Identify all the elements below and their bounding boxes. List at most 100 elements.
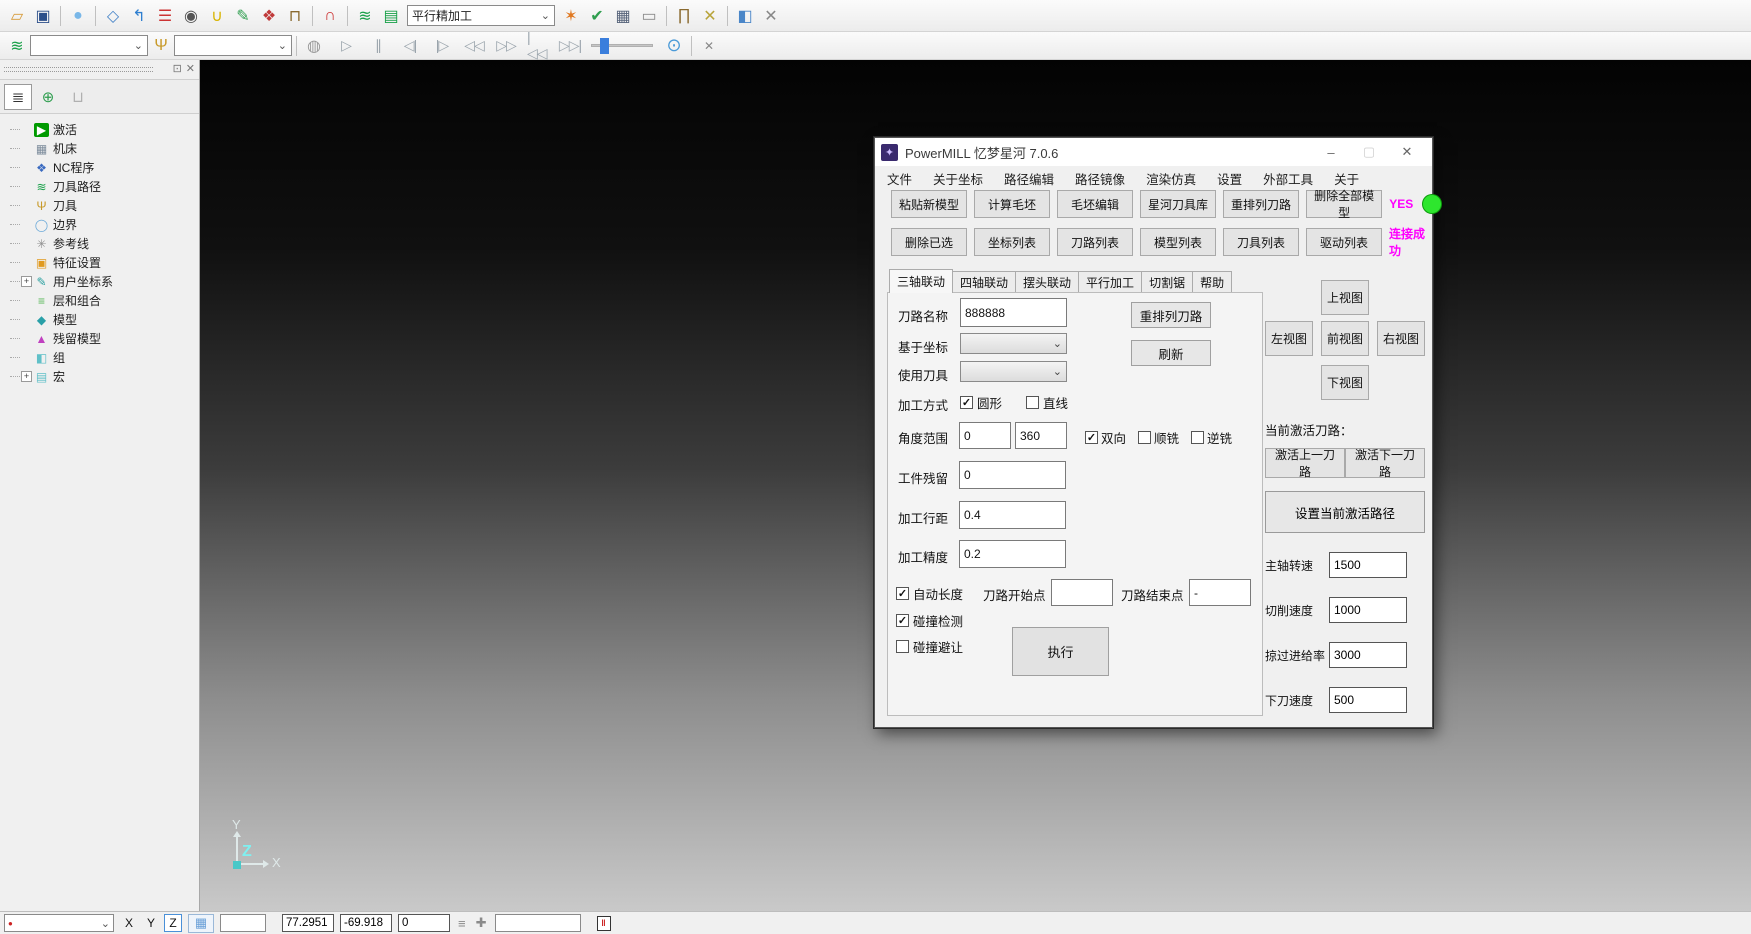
tree-item[interactable]: ▶ 激活 bbox=[6, 120, 199, 139]
checkbox-option[interactable]: 直线 bbox=[1026, 393, 1068, 412]
activate-prev-toolpath-button[interactable]: 激活上一刀路 bbox=[1265, 448, 1345, 478]
view-bottom-button[interactable]: 下视图 bbox=[1321, 365, 1369, 400]
tree-item[interactable]: ◧ 组 bbox=[6, 348, 199, 367]
checkbox-option[interactable]: 双向 bbox=[1085, 428, 1126, 447]
drill-icon[interactable]: ∩ bbox=[318, 4, 342, 28]
tool-ball-icon[interactable]: ◉ bbox=[179, 4, 203, 28]
explorer-tree-tab[interactable]: ≣ bbox=[4, 84, 32, 110]
explorer-trash-tab[interactable]: ⊔ bbox=[64, 84, 92, 110]
checkbox[interactable] bbox=[1085, 431, 1098, 444]
open-file-icon[interactable]: ▱ bbox=[5, 4, 29, 28]
grid-size-input[interactable] bbox=[220, 914, 266, 932]
expand-icon[interactable] bbox=[21, 352, 32, 363]
menu-item[interactable]: 路径编辑 bbox=[1004, 169, 1054, 188]
expand-icon[interactable] bbox=[21, 143, 32, 154]
menu-item[interactable]: 路径镜像 bbox=[1075, 169, 1125, 188]
cursor-x-input[interactable] bbox=[282, 914, 334, 932]
menu-item[interactable]: 文件 bbox=[887, 169, 912, 188]
explorer-globe-tab[interactable]: ⊕ bbox=[34, 84, 62, 110]
tree-item[interactable]: ◯ 边界 bbox=[6, 215, 199, 234]
dialog-button[interactable]: 星河刀具库 bbox=[1140, 190, 1216, 218]
collision-avoid-checkbox[interactable] bbox=[896, 640, 909, 653]
view-top-button[interactable]: 上视图 bbox=[1321, 280, 1369, 315]
dialog-button[interactable]: 删除全部模型 bbox=[1306, 190, 1382, 218]
sim-toolbar-close-icon[interactable]: ✕ bbox=[697, 34, 721, 58]
expand-icon[interactable] bbox=[21, 162, 32, 173]
points-icon[interactable]: ❖ bbox=[257, 4, 281, 28]
strategy-dropdown[interactable]: 平行精加工 ⌄ bbox=[407, 5, 555, 26]
checkbox[interactable] bbox=[1138, 431, 1151, 444]
tree-item[interactable]: ✳ 参考线 bbox=[6, 234, 199, 253]
tool-check-icon[interactable]: ✔ bbox=[585, 4, 609, 28]
stepover-input[interactable] bbox=[959, 501, 1066, 529]
expand-icon[interactable] bbox=[21, 295, 32, 306]
sim-tool-dropdown[interactable]: ⌄ bbox=[174, 35, 292, 56]
expand-icon[interactable] bbox=[21, 124, 32, 135]
compare-cubes-icon[interactable]: ◧ bbox=[733, 4, 757, 28]
explorer-dock-strip[interactable]: ⊡ ✕ bbox=[0, 60, 199, 80]
transform-icon[interactable]: ✕ bbox=[698, 4, 722, 28]
tree-item[interactable]: ≋ 刀具路径 bbox=[6, 177, 199, 196]
calculator-icon[interactable]: ▦ bbox=[611, 4, 635, 28]
expand-icon[interactable] bbox=[21, 200, 32, 211]
dialog-titlebar[interactable]: ✦ PowerMILL 忆梦星河 7.0.6 – ▢ ✕ bbox=[875, 138, 1432, 166]
view-front-button[interactable]: 前视图 bbox=[1321, 321, 1369, 356]
clock-icon[interactable]: ⊙ bbox=[662, 34, 686, 58]
leads-icon[interactable]: ∪ bbox=[205, 4, 229, 28]
go-start-icon[interactable]: |◁◁ bbox=[526, 34, 550, 58]
tree-item[interactable]: ▦ 机床 bbox=[6, 139, 199, 158]
dialog-button[interactable]: 驱动列表 bbox=[1306, 228, 1382, 256]
page-pause-icon[interactable]: ‖ bbox=[597, 916, 611, 931]
grid-snap-button[interactable]: ▦ bbox=[188, 914, 214, 933]
feed-rate-icon[interactable]: ☰ bbox=[153, 4, 177, 28]
collision-avoid-option[interactable]: 碰撞避让 bbox=[896, 637, 963, 656]
dialog-tab[interactable]: 平行加工 bbox=[1078, 271, 1142, 293]
collision-check-checkbox[interactable] bbox=[896, 614, 909, 627]
angle-from-input[interactable] bbox=[959, 422, 1011, 449]
tool-flash-icon[interactable]: ✶ bbox=[559, 4, 583, 28]
end-point-input[interactable] bbox=[1189, 579, 1251, 606]
speed-input[interactable] bbox=[1329, 597, 1407, 623]
speed-input[interactable] bbox=[1329, 687, 1407, 713]
execute-button[interactable]: 执行 bbox=[1012, 627, 1109, 676]
based-coord-dropdown[interactable]: ⌄ bbox=[960, 333, 1067, 354]
rapid-move-icon[interactable]: ↰ bbox=[127, 4, 151, 28]
use-tool-dropdown[interactable]: ⌄ bbox=[960, 361, 1067, 382]
dialog-tab[interactable]: 切割锯 bbox=[1141, 271, 1193, 293]
float-panel-icon[interactable]: ⊡ bbox=[173, 62, 182, 75]
view-left-button[interactable]: 左视图 bbox=[1265, 321, 1313, 356]
statusbar-dropdown[interactable]: ● ⌄ bbox=[4, 914, 114, 932]
expand-icon[interactable] bbox=[21, 219, 32, 230]
stock-allowance-input[interactable] bbox=[959, 461, 1066, 489]
strategy-list-icon[interactable]: ▤ bbox=[379, 4, 403, 28]
expand-icon[interactable] bbox=[21, 333, 32, 344]
checkbox-option[interactable]: 顺铣 bbox=[1138, 428, 1179, 447]
checkbox-option[interactable]: 逆铣 bbox=[1191, 428, 1232, 447]
save-icon[interactable]: ▣ bbox=[31, 4, 55, 28]
maximize-button[interactable]: ▢ bbox=[1350, 140, 1388, 164]
menu-item[interactable]: 设置 bbox=[1217, 169, 1242, 188]
expand-icon[interactable]: + bbox=[21, 371, 32, 382]
tree-item[interactable]: ▲ 残留模型 bbox=[6, 329, 199, 348]
dialog-button[interactable]: 坐标列表 bbox=[974, 228, 1050, 256]
workplane-edit-icon[interactable]: ✎ bbox=[231, 4, 255, 28]
play-icon[interactable]: ▷ bbox=[334, 34, 358, 58]
checkbox[interactable] bbox=[1191, 431, 1204, 444]
tree-item[interactable]: ▣ 特征设置 bbox=[6, 253, 199, 272]
go-end-icon[interactable]: ▷▷| bbox=[558, 34, 582, 58]
checkbox-option[interactable]: 圆形 bbox=[960, 393, 1002, 412]
menu-item[interactable]: 关于坐标 bbox=[933, 169, 983, 188]
speed-input[interactable] bbox=[1329, 642, 1407, 668]
minimize-button[interactable]: – bbox=[1312, 140, 1350, 164]
search-back-icon[interactable]: ◁◁ bbox=[462, 34, 486, 58]
set-active-path-button[interactable]: 设置当前激活路径 bbox=[1265, 491, 1425, 533]
sep[interactable] bbox=[57, 4, 64, 28]
checkbox[interactable] bbox=[960, 396, 973, 409]
cursor-z-input[interactable] bbox=[398, 914, 450, 932]
tool-pair-icon[interactable]: ∏ bbox=[672, 4, 696, 28]
dialog-button[interactable]: 重排列刀路 bbox=[1223, 190, 1299, 218]
slider-handle[interactable] bbox=[600, 38, 609, 54]
tree-item[interactable]: + ✎ 用户坐标系 bbox=[6, 272, 199, 291]
refresh-button[interactable]: 刷新 bbox=[1131, 340, 1211, 366]
tree-item[interactable]: + ▤ 宏 bbox=[6, 367, 199, 386]
